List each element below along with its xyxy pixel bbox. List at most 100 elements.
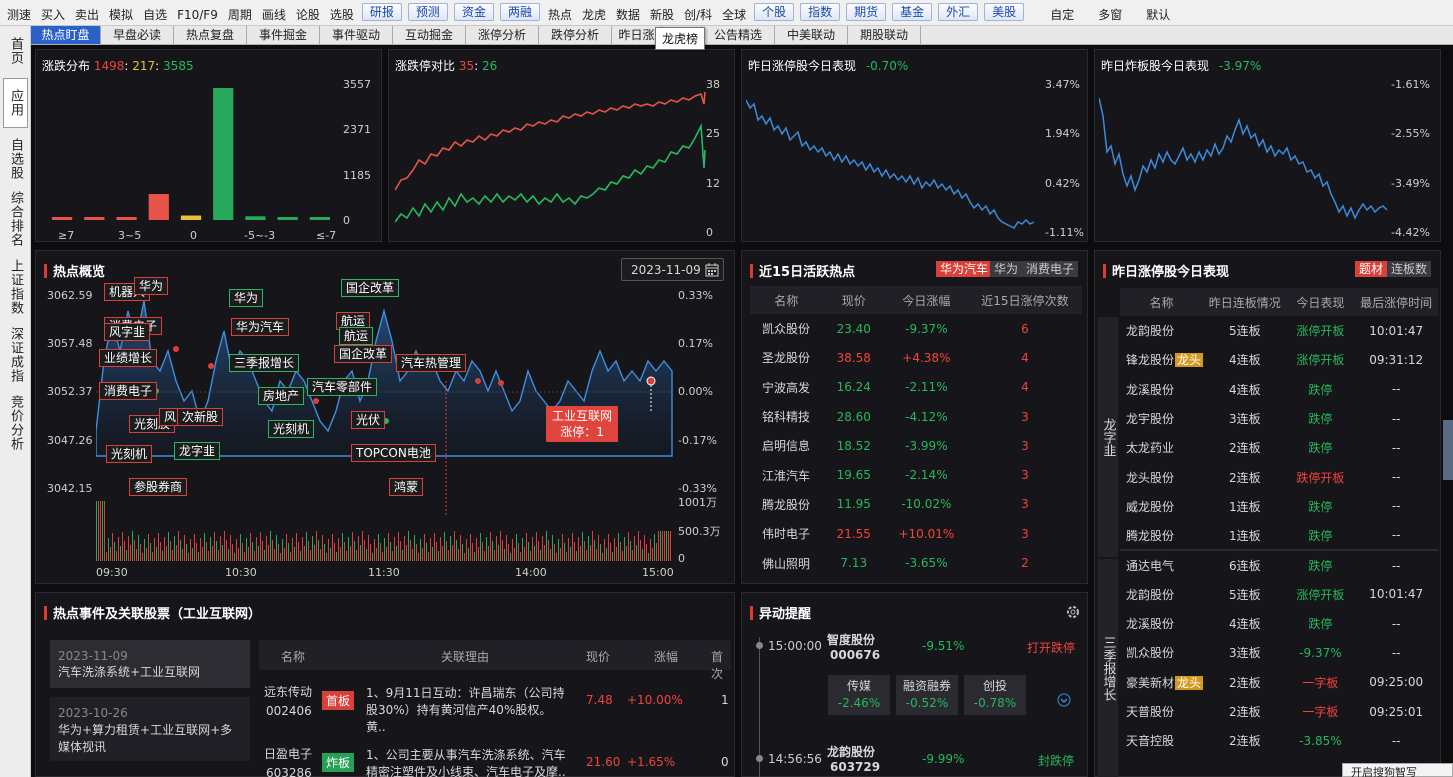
date-picker[interactable]: 2023-11-09 (621, 258, 724, 281)
tab-futures[interactable]: 期股联动 (848, 26, 921, 44)
sector-label[interactable]: 国企改革 (334, 345, 393, 363)
table-row[interactable]: 豪美新材 龙头 2连板 一字板 09:25:00 (1120, 668, 1438, 697)
tab-limit-down[interactable]: 跌停分析 (539, 26, 612, 44)
toolbar-button[interactable]: 研报 (361, 3, 402, 21)
chip-theme[interactable]: 题材 (1355, 261, 1388, 277)
toolbar-item[interactable]: 新股 (645, 8, 679, 25)
sector-label[interactable]: 消费电子 (99, 382, 158, 400)
table-row[interactable]: 远东传动 002406 首板 1、9月11日互动：许昌瑞东（公司持股30%）持有… (259, 677, 731, 734)
sector-label[interactable]: 华为 (229, 289, 264, 307)
sidebar-item-sz-index[interactable]: 深证成指 (3, 324, 28, 386)
sidebar-item-ranking[interactable]: 综合排名 (3, 188, 28, 250)
toolbar-item[interactable]: 龙虎 (577, 8, 611, 25)
sidebar-item-apps[interactable]: 应用 (3, 78, 28, 128)
table-row[interactable]: 伟时电子 21.55 +10.01% 3 (750, 519, 1082, 548)
tab-morning[interactable]: 早盘必读 (101, 26, 174, 44)
toolbar-item[interactable]: 测速 (2, 8, 36, 25)
table-row[interactable]: 腾龙股份 11.95 -10.02% 3 (750, 490, 1082, 519)
sector-label[interactable]: 次新股 (177, 408, 224, 426)
tab-interaction[interactable]: 互动掘金 (393, 26, 466, 44)
toolbar-item[interactable]: 数据 (611, 8, 645, 25)
table-row[interactable]: 龙宇股份 3连板 跌停 -- (1120, 404, 1438, 433)
sidebar-item-sh-index[interactable]: 上证指数 (3, 256, 28, 318)
table-row[interactable]: 龙头股份 2连板 跌停开板 -- (1120, 462, 1438, 491)
toolbar-item[interactable]: 周期 (223, 8, 257, 25)
toolbar-button[interactable]: 外汇 (938, 3, 979, 21)
chevron-down-icon[interactable] (1057, 693, 1071, 707)
sector-label[interactable]: 房地产 (258, 387, 305, 405)
toolbar-button[interactable]: 两融 (499, 3, 540, 21)
sidebar-item-watchlist[interactable]: 自选股 (3, 134, 28, 184)
ime-popup[interactable]: 开启搜狗智写 (1342, 763, 1453, 777)
toolbar-item[interactable]: 自选 (138, 8, 172, 25)
toolbar-button[interactable]: 资金 (453, 3, 494, 21)
toolbar-button[interactable]: 美股 (984, 3, 1025, 21)
sector-label[interactable]: 华为 (134, 277, 169, 295)
alert-stock-name[interactable]: 龙韵股份 (827, 743, 875, 760)
table-row[interactable]: 龙溪股份 4连板 跌停 -- (1120, 375, 1438, 404)
table-row[interactable]: 铭科精技 28.60 -4.12% 3 (750, 402, 1082, 431)
tab-review[interactable]: 热点复盘 (174, 26, 247, 44)
sector-label[interactable]: 汽车零部件 (307, 378, 378, 396)
toolbar-item[interactable]: 多窗 (1093, 8, 1127, 25)
gear-icon[interactable] (1065, 604, 1081, 620)
toolbar-item[interactable]: 模拟 (104, 8, 138, 25)
event-item[interactable]: 2023-10-26 华为+算力租赁+工业互联网+多媒体视讯 (50, 697, 250, 761)
table-row[interactable]: 腾龙股份 1连板 跌停 -- (1120, 521, 1438, 550)
sector-label[interactable]: 参股券商 (129, 478, 188, 496)
sector-label[interactable]: 业绩增长 (99, 349, 158, 367)
sector-label[interactable]: 华为汽车 (231, 318, 290, 336)
toolbar-item[interactable]: 热点 (543, 8, 577, 25)
alert-stock-name[interactable]: 智度股份 (827, 631, 875, 648)
table-row[interactable]: 江淮汽车 19.65 -2.14% 3 (750, 460, 1082, 489)
sector-label[interactable]: 风字韭 (104, 323, 151, 341)
highlight-label[interactable]: 工业互联网 涨停：1 (546, 406, 619, 442)
sidebar-item-home[interactable]: 首页 (3, 34, 28, 68)
sector-label[interactable]: 光伏 (351, 411, 386, 429)
table-row[interactable]: 佛山照明 7.13 -3.65% 2 (750, 548, 1082, 577)
toolbar-item[interactable]: 自定 (1045, 8, 1079, 25)
calendar-icon[interactable] (705, 263, 719, 277)
tab-limit-up[interactable]: 涨停分析 (466, 26, 539, 44)
table-row[interactable]: 宁波高发 16.24 -2.11% 4 (750, 373, 1082, 402)
toolbar-button[interactable]: 个股 (754, 3, 795, 21)
table-row[interactable]: 龙溪股份 4连板 跌停 -- (1120, 609, 1438, 638)
sector-label[interactable]: 三季报增长 (229, 354, 300, 372)
table-row[interactable]: 龙韵股份 5连板 涨停开板 10:01:47 (1120, 580, 1438, 609)
sector-card[interactable]: 创投 -0.78% (964, 675, 1026, 715)
chip-consumer[interactable]: 消费电子 (1022, 261, 1079, 277)
table-row[interactable]: 凯众股份 3连板 -9.37% -- (1120, 638, 1438, 667)
sector-label[interactable]: 光刻机 (268, 420, 315, 438)
toolbar-item[interactable]: 买入 (36, 8, 70, 25)
table-row[interactable]: 启明信息 18.52 -3.99% 3 (750, 431, 1082, 460)
toolbar-item[interactable]: 全球 (717, 8, 751, 25)
table-row[interactable]: 圣龙股份 38.58 +4.38% 4 (750, 343, 1082, 372)
tab-hot-watch[interactable]: 热点盯盘 (31, 26, 101, 44)
toolbar-button[interactable]: 基金 (892, 3, 933, 21)
toolbar-item[interactable]: 选股 (325, 8, 359, 25)
scrollbar-thumb[interactable] (1443, 420, 1453, 480)
sector-label[interactable]: 航运 (339, 327, 374, 345)
toolbar-item[interactable]: 卖出 (70, 8, 104, 25)
toolbar-button[interactable]: 指数 (800, 3, 841, 21)
tab-announcements[interactable]: 公告精选 (702, 26, 775, 44)
toolbar-item[interactable]: 论股 (291, 8, 325, 25)
toolbar-item[interactable]: 默认 (1141, 8, 1175, 25)
table-row[interactable]: 天普股份 2连板 一字板 09:25:01 (1120, 697, 1438, 726)
sidebar-item-auction[interactable]: 竞价分析 (3, 392, 28, 454)
table-row[interactable]: 凯众股份 23.40 -9.37% 6 (750, 314, 1082, 343)
sector-card[interactable]: 传媒 -2.46% (828, 675, 890, 715)
toolbar-item[interactable]: F10/F9 (172, 8, 223, 25)
chip-huawei[interactable]: 华为 (990, 261, 1023, 277)
toolbar-button[interactable]: 期货 (846, 3, 887, 21)
table-row[interactable]: 天音控股 2连板 -3.85% -- (1120, 726, 1438, 755)
chip-streak[interactable]: 连板数 (1387, 261, 1432, 277)
table-row[interactable]: 锋龙股份 龙头 4连板 涨停开板 09:31:12 (1120, 345, 1438, 374)
sector-label[interactable]: TOPCON电池 (351, 444, 436, 462)
toolbar-item[interactable]: 画线 (257, 8, 291, 25)
tab-event-mining[interactable]: 事件掘金 (247, 26, 320, 44)
toolbar-button[interactable]: 预测 (407, 3, 448, 21)
table-row[interactable]: 太龙药业 2连板 跌停 -- (1120, 433, 1438, 462)
tab-event-driven[interactable]: 事件驱动 (320, 26, 393, 44)
sector-label[interactable]: 国企改革 (341, 279, 400, 297)
